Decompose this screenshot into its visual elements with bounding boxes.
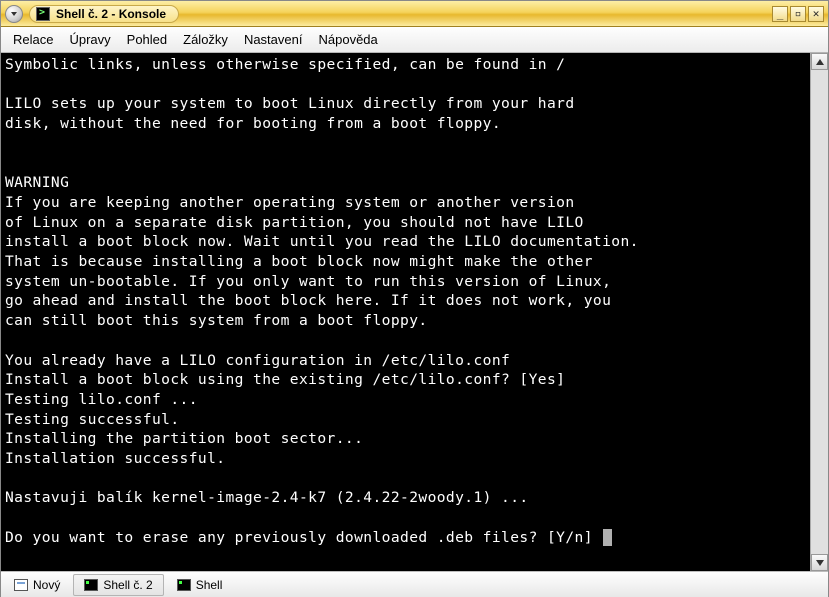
terminal-icon: [177, 579, 191, 591]
system-menu-button[interactable]: [5, 5, 23, 23]
maximize-button[interactable]: ▫: [790, 6, 806, 22]
scroll-track[interactable]: [811, 70, 828, 554]
titlebar: Shell č. 2 - Konsole _ ▫ ✕: [1, 1, 828, 27]
menu-zalozky[interactable]: Záložky: [177, 30, 234, 49]
menubar: Relace Úpravy Pohled Záložky Nastavení N…: [1, 27, 828, 53]
konsole-icon: [36, 7, 50, 21]
menu-pohled[interactable]: Pohled: [121, 30, 173, 49]
tab-label: Nový: [33, 578, 60, 592]
terminal-icon: [84, 579, 98, 591]
close-button[interactable]: ✕: [808, 6, 824, 22]
window-title: Shell č. 2 - Konsole: [56, 7, 166, 21]
tab-label: Shell č. 2: [103, 578, 152, 592]
menu-nastaveni[interactable]: Nastavení: [238, 30, 309, 49]
scroll-up-button[interactable]: [811, 53, 828, 70]
cursor: [603, 529, 612, 546]
title-box: Shell č. 2 - Konsole: [29, 5, 179, 23]
session-tab-2[interactable]: Shell: [166, 574, 234, 596]
scroll-down-button[interactable]: [811, 554, 828, 571]
terminal[interactable]: Symbolic links, unless otherwise specifi…: [1, 53, 810, 571]
document-icon: [14, 579, 28, 591]
session-tab-1[interactable]: Shell č. 2: [73, 574, 163, 596]
menu-napoveda[interactable]: Nápověda: [312, 30, 383, 49]
scrollbar[interactable]: [810, 53, 828, 571]
tab-label: Shell: [196, 578, 223, 592]
terminal-area: Symbolic links, unless otherwise specifi…: [1, 53, 828, 571]
statusbar: Nový Shell č. 2 Shell: [1, 571, 828, 597]
menu-relace[interactable]: Relace: [7, 30, 59, 49]
minimize-button[interactable]: _: [772, 6, 788, 22]
session-tab-0[interactable]: Nový: [3, 574, 71, 596]
menu-upravy[interactable]: Úpravy: [63, 30, 116, 49]
